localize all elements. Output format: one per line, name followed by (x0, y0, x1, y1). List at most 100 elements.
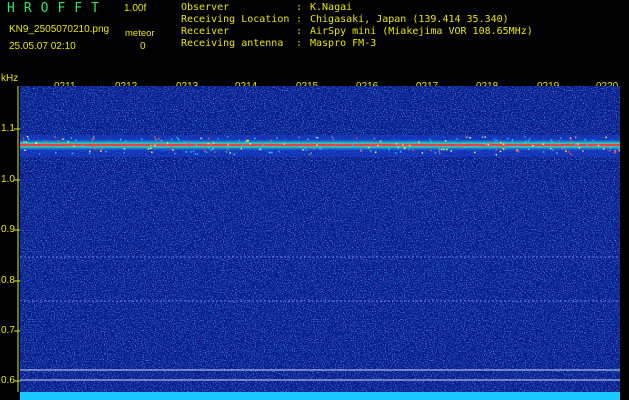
signal-speckle (556, 152, 558, 154)
signal-speckle (395, 152, 397, 154)
signal-speckle (377, 144, 379, 147)
signal-speckle (515, 150, 518, 152)
signal-speckle (360, 149, 362, 151)
signal-speckle (171, 138, 173, 140)
signal-speckle (89, 150, 91, 153)
signal-speckle (379, 140, 382, 143)
signal-speckle (151, 151, 153, 153)
signal-speckle (200, 137, 202, 140)
signal-speckle (565, 150, 567, 152)
signal-speckle (527, 148, 530, 151)
signal-speckle (558, 139, 561, 142)
signal-speckle (310, 152, 312, 154)
signal-speckle (398, 144, 401, 147)
signal-speckle (166, 142, 169, 144)
signal-speckle (403, 147, 406, 149)
signal-speckle (208, 146, 210, 149)
signal-speckle (429, 138, 431, 140)
signal-speckle (212, 148, 214, 150)
signal-speckle (608, 150, 611, 152)
signal-speckle (370, 150, 372, 152)
signal-speckle (190, 151, 192, 153)
signal-speckle (582, 149, 584, 152)
signal-speckle (92, 136, 95, 138)
signal-speckle (456, 138, 458, 140)
signal-speckle (307, 138, 309, 141)
signal-speckle (150, 147, 152, 149)
signal-speckle (316, 137, 319, 139)
signal-speckle (418, 141, 420, 143)
signal-speckle (150, 144, 152, 147)
signal-speckle (208, 137, 210, 140)
signal-speckle (147, 148, 150, 150)
signal-speckle (154, 144, 156, 147)
signal-speckle (39, 146, 41, 148)
signal-speckle (484, 136, 486, 138)
signal-speckle (469, 137, 471, 139)
signal-speckle (494, 141, 497, 143)
signal-speckle (493, 145, 496, 148)
signal-speckle (246, 142, 248, 145)
signal-speckle (395, 143, 398, 145)
signal-speckle (192, 150, 195, 153)
signal-speckle (368, 146, 370, 149)
signal-speckle (413, 141, 415, 143)
signal-speckle (559, 137, 562, 139)
signal-speckle (240, 147, 243, 150)
signal-speckle (73, 145, 75, 147)
signal-speckle (570, 140, 572, 143)
signal-speckle (489, 142, 492, 144)
signal-speckle (302, 149, 304, 151)
signal-speckle (483, 145, 485, 148)
signal-speckle (196, 153, 199, 155)
signal-speckle (165, 144, 168, 146)
signal-speckle (207, 142, 209, 145)
signal-speckle (465, 136, 467, 138)
signal-speckle (123, 151, 126, 154)
signal-speckle (440, 145, 442, 147)
signal-speckle (430, 140, 432, 143)
signal-speckle (586, 143, 588, 146)
signal-speckle (227, 148, 229, 151)
signal-speckle (23, 140, 25, 143)
signal-speckle (550, 139, 552, 141)
noise-background (20, 86, 620, 400)
signal-speckle (81, 145, 84, 147)
signal-speckle (502, 146, 504, 149)
signal-speckle (550, 142, 552, 145)
signal-speckle (434, 152, 437, 154)
signal-speckle (335, 143, 337, 145)
signal-speckle (524, 141, 527, 143)
signal-speckle (399, 151, 402, 153)
signal-speckle (360, 150, 362, 152)
signal-speckle (174, 152, 176, 155)
signal-speckle (577, 143, 579, 145)
signal-speckle (499, 150, 502, 153)
signal-speckle (464, 146, 467, 148)
signal-speckle (440, 148, 443, 151)
signal-speckle (185, 151, 187, 153)
signal-speckle (226, 136, 229, 138)
signal-speckle (160, 139, 163, 141)
signal-speckle (332, 138, 335, 141)
signal-speckle (438, 148, 440, 151)
signal-speckle (242, 144, 244, 146)
signal-speckle (511, 139, 514, 141)
signal-speckle (155, 138, 157, 141)
signal-speckle (105, 150, 108, 153)
signal-speckle (22, 137, 25, 140)
signal-speckle (551, 140, 553, 143)
signal-speckle (316, 144, 318, 146)
signal-speckle (278, 150, 280, 153)
signal-speckle (305, 149, 308, 151)
signal-speckle (574, 143, 577, 146)
signal-speckle (602, 148, 605, 150)
signal-speckle (412, 149, 414, 151)
signal-speckle (26, 136, 29, 138)
signal-speckle (550, 147, 552, 150)
signal-speckle (245, 140, 248, 142)
signal-speckle (310, 143, 312, 145)
signal-speckle (315, 136, 317, 139)
signal-speckle (495, 149, 498, 151)
signal-speckle (614, 150, 617, 152)
